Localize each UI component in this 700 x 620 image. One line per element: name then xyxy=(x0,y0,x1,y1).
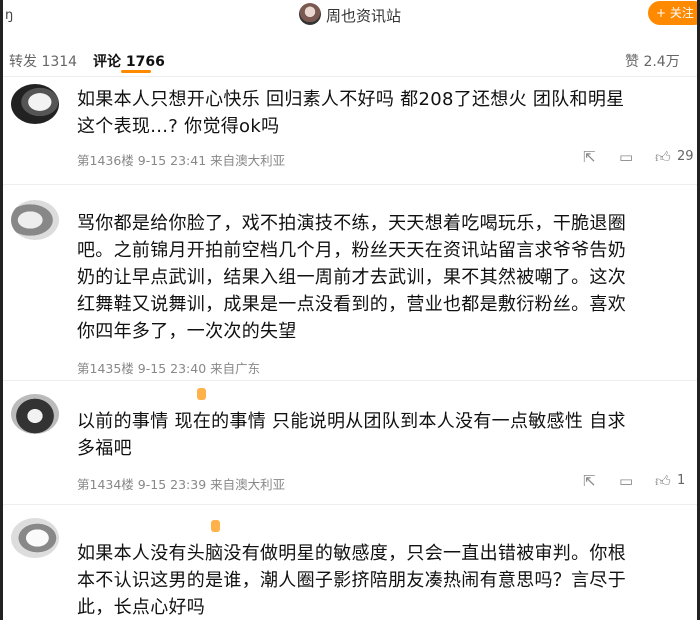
active-tab-indicator xyxy=(121,70,151,73)
comment-text: 骂你都是给你脸了，戏不拍演技不练，天天想着吃喝玩乐，干脆退圈 吧。之前锦月开拍前… xyxy=(77,213,626,342)
divider xyxy=(3,504,697,505)
tab-repost[interactable]: 转发 1314 xyxy=(9,51,77,71)
comment-actions: ⇱ ▭ 👍︎ 1 xyxy=(583,472,697,492)
divider xyxy=(3,76,697,77)
divider xyxy=(3,184,697,185)
thumbs-up-icon[interactable]: 👍︎ xyxy=(655,472,671,490)
comment-item: 如果本人只想开心快乐 回归素人不好吗 都208了还想火 团队和明星 这个表现..… xyxy=(3,78,697,178)
comment-meta: 第1435楼 9-15 23:40 来自广东 xyxy=(77,361,261,376)
reply-icon[interactable]: ▭ xyxy=(619,148,633,166)
tab-like[interactable]: 赞 2.4万 xyxy=(625,51,680,71)
like-count: 29 xyxy=(677,149,694,164)
comment-text: 如果本人没有头脑没有做明星的敏感度，只会一直出错被审判。你根 本不认识这男的是谁… xyxy=(77,543,626,618)
comment-text: 如果本人只想开心快乐 回归素人不好吗 都208了还想火 团队和明星 这个表现..… xyxy=(77,89,625,137)
comment-meta: 第1434楼 9-15 23:39 来自澳大利亚 xyxy=(77,477,286,492)
avatar[interactable] xyxy=(11,84,59,124)
share-icon[interactable]: ⇱ xyxy=(583,472,596,490)
avatar[interactable] xyxy=(11,394,59,434)
tab-comment[interactable]: 评论 1766 xyxy=(93,51,165,71)
share-icon[interactable]: ⇱ xyxy=(583,148,596,166)
weibo-comment-page: ŋ 周也资讯站 + 关注 转发 1314 评论 1766 赞 2.4万 如果本人… xyxy=(0,0,700,620)
faded-username xyxy=(203,190,206,201)
account-name[interactable]: 周也资讯站 xyxy=(326,5,401,26)
comment-text: 以前的事情 现在的事情 只能说明从团队到本人没有一点敏感性 自求 多福吧 xyxy=(77,411,626,459)
comment-item: 如果本人没有头脑没有做明星的敏感度，只会一直出错被审判。你根 本不认识这男的是谁… xyxy=(3,506,697,620)
tab-bar: 转发 1314 评论 1766 赞 2.4万 xyxy=(3,46,697,76)
avatar[interactable] xyxy=(11,518,59,558)
thumbs-up-icon[interactable]: 👍︎ xyxy=(655,148,671,166)
user-badge xyxy=(197,388,206,400)
comment-item: 以前的事情 现在的事情 只能说明从团队到本人没有一点敏感性 自求 多福吧 第14… xyxy=(3,384,697,500)
follow-button[interactable]: + 关注 xyxy=(648,1,697,25)
avatar[interactable] xyxy=(11,200,59,240)
top-bar: ŋ 周也资讯站 + 关注 xyxy=(3,0,697,32)
like-count: 1 xyxy=(677,473,686,488)
comment-meta: 第1436楼 9-15 23:41 来自澳大利亚 xyxy=(77,153,286,168)
divider xyxy=(3,380,697,381)
comment-actions: ⇱ ▭ 👍︎ 29 xyxy=(583,148,697,168)
reply-icon[interactable]: ▭ xyxy=(619,472,633,490)
account-avatar[interactable] xyxy=(299,3,321,25)
back-mark[interactable]: ŋ xyxy=(5,8,13,23)
comment-item: 骂你都是给你脸了，戏不拍演技不练，天天想着吃喝玩乐，干脆退圈 吧。之前锦月开拍前… xyxy=(3,186,697,376)
user-badge xyxy=(211,520,220,532)
